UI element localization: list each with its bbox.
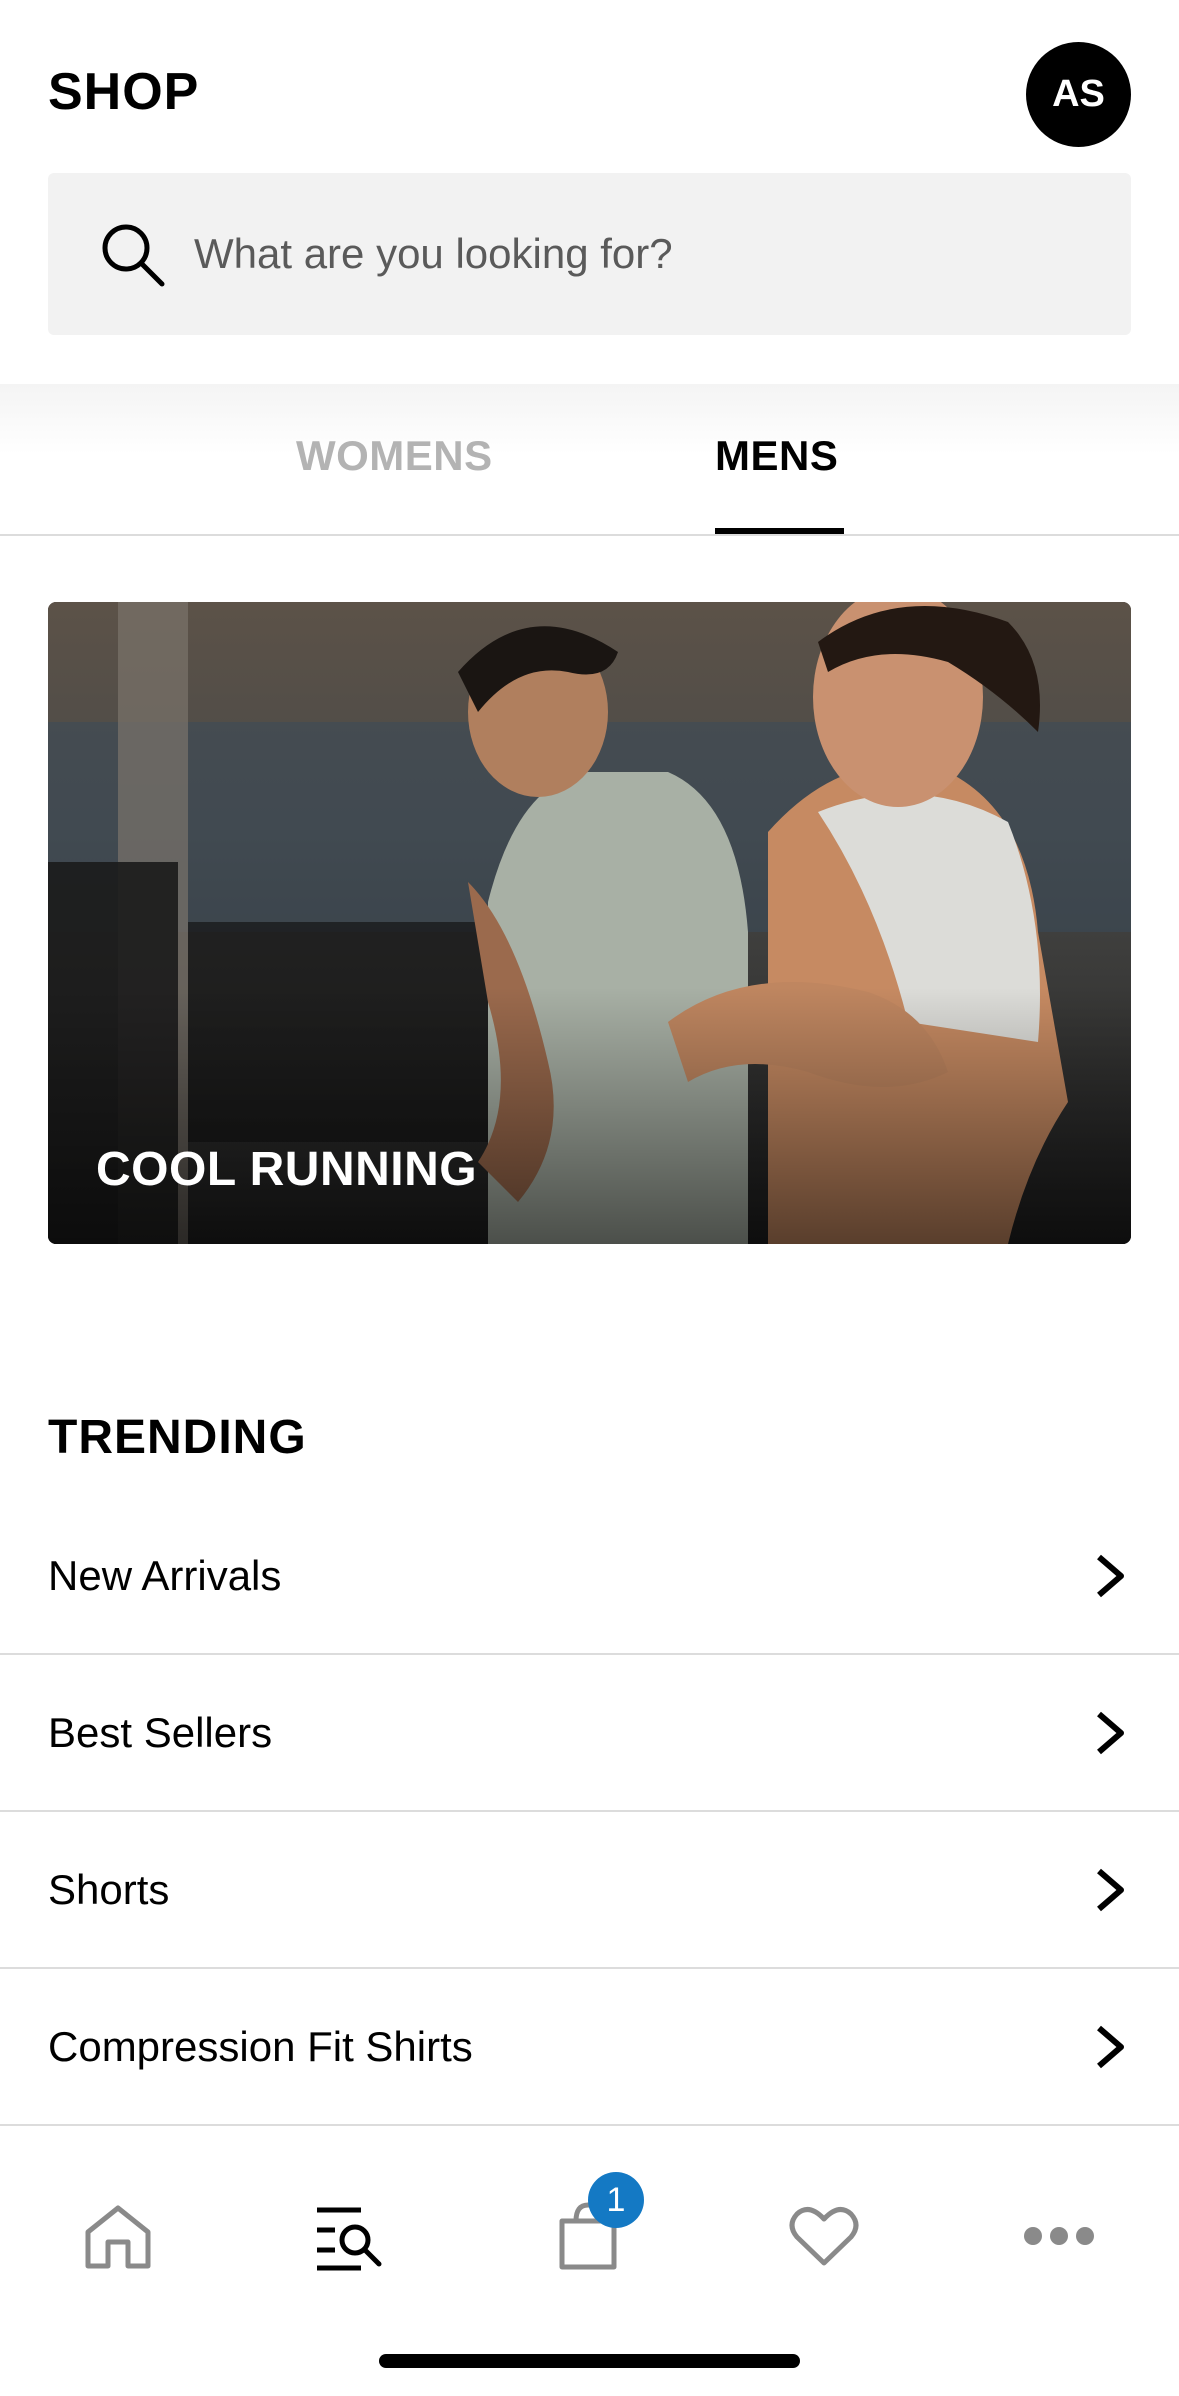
cart-count-badge: 1 <box>588 2172 644 2228</box>
hero-title: COOL RUNNING <box>96 1143 478 1196</box>
chevron-right-icon <box>1097 1554 1124 1597</box>
more-icon <box>1024 2227 1094 2245</box>
active-tab-indicator <box>715 528 844 534</box>
hero-banner[interactable]: COOL RUNNING <box>48 602 1131 1244</box>
list-item-best-sellers[interactable]: Best Sellers <box>0 1655 1179 1812</box>
header: SHOP AS <box>0 0 1179 380</box>
nav-shop[interactable] <box>289 2186 409 2286</box>
home-icon <box>85 2205 151 2269</box>
tab-mens[interactable]: MENS <box>715 432 838 480</box>
chevron-right-icon <box>1097 2025 1124 2068</box>
list-item-label: Best Sellers <box>48 1708 273 1756</box>
list-item-label: Shorts <box>48 1865 170 1913</box>
page-title: SHOP <box>48 63 200 121</box>
search-input[interactable] <box>194 214 1074 294</box>
search-bar[interactable] <box>48 173 1131 335</box>
nav-more[interactable] <box>999 2186 1119 2286</box>
home-indicator <box>379 2354 800 2368</box>
search-menu-icon <box>317 2207 382 2271</box>
trending-list: New Arrivals Best Sellers Shorts Compres… <box>0 1498 1179 2126</box>
nav-wishlist[interactable] <box>764 2186 884 2286</box>
trending-title: TRENDING <box>48 1411 307 1464</box>
gender-tabs: WOMENS MENS <box>0 384 1179 536</box>
list-item-label: New Arrivals <box>48 1551 282 1599</box>
chevron-right-icon <box>1097 1868 1124 1911</box>
list-item-label: Compression Fit Shirts <box>48 2022 473 2070</box>
nav-home[interactable] <box>58 2186 178 2286</box>
avatar[interactable]: AS <box>1026 42 1131 147</box>
search-icon <box>102 224 165 287</box>
chevron-right-icon <box>1097 1711 1124 1754</box>
list-item-shorts[interactable]: Shorts <box>0 1812 1179 1969</box>
list-item-new-arrivals[interactable]: New Arrivals <box>0 1498 1179 1655</box>
tab-womens[interactable]: WOMENS <box>296 432 493 480</box>
heart-icon <box>789 2207 859 2266</box>
list-item-compression-fit-shirts[interactable]: Compression Fit Shirts <box>0 1969 1179 2126</box>
